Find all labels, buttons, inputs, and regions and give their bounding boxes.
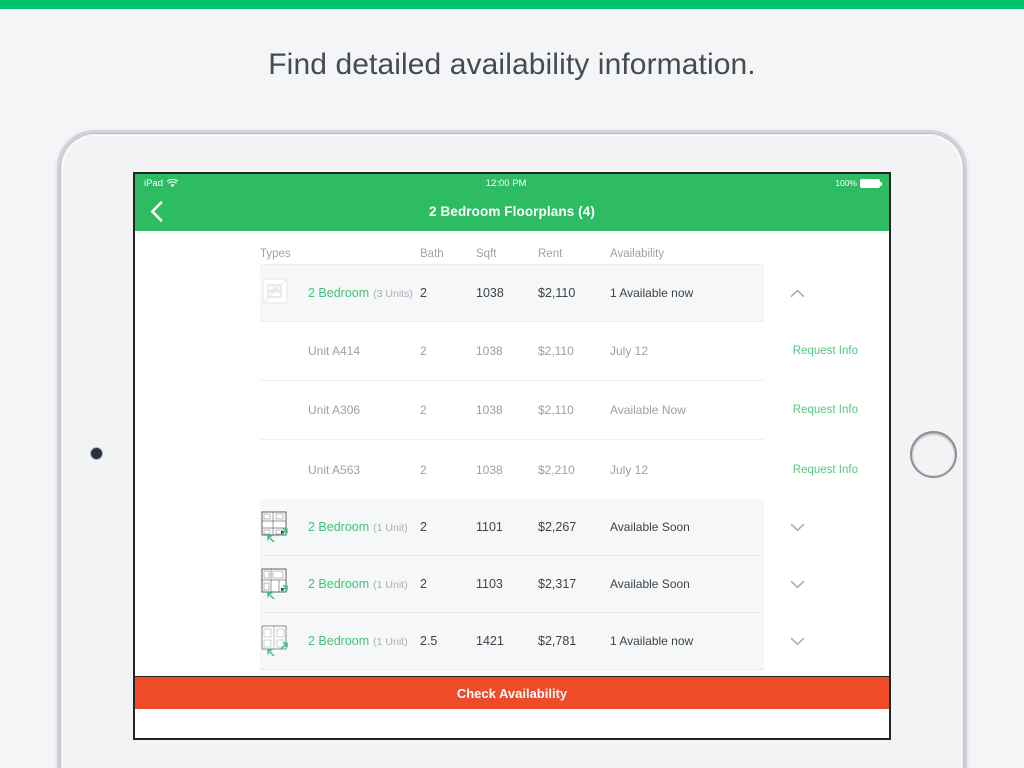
unit-name: Unit A563	[308, 462, 361, 477]
floorplan-expand-toggle[interactable]	[768, 289, 826, 298]
floorplan-availability: Available Soon	[610, 520, 690, 534]
request-info-button[interactable]: Request Info	[768, 345, 858, 357]
floorplan-units-count: (1 Unit)	[373, 636, 408, 648]
status-bar-left: iPad	[144, 177, 179, 189]
page-headline: Find detailed availability information.	[268, 48, 756, 81]
column-header-rent: Rent	[538, 247, 563, 260]
chevron-down-icon	[790, 580, 804, 588]
column-header-types: Types	[260, 247, 291, 260]
unit-bath: 2	[420, 344, 427, 358]
unit-sqft: 1038	[476, 344, 503, 358]
tablet-camera-icon	[91, 448, 102, 459]
page-root: Find detailed availability information. …	[0, 0, 1024, 768]
floorplan-expand-toggle[interactable]	[768, 523, 826, 532]
floorplan-sqft: 1101	[476, 520, 503, 534]
check-availability-button[interactable]: Check Availability	[135, 676, 889, 709]
floorplan-bath: 2	[420, 577, 427, 591]
floorplan-expand-toggle[interactable]	[768, 580, 826, 589]
tablet-screen: iPad 12:00 PM 100% 2 Bedroom Floorplans …	[133, 172, 891, 740]
unit-sqft: 1038	[476, 403, 503, 417]
floorplan-name-cell: 2 Bedroom (1 Unit)	[308, 577, 420, 591]
floorplan-rent: $2,781	[538, 634, 577, 648]
floorplan-rent: $2,267	[538, 520, 577, 534]
top-accent-bar	[0, 0, 1024, 9]
unit-rent: $2,110	[538, 403, 574, 417]
floorplan-row[interactable]: 2 Bedroom (1 Unit) 2.5 1421 $2,781 1 Avai…	[260, 613, 804, 670]
unit-availability: Available Now	[610, 403, 686, 417]
unit-list: Unit A414 2 1038 $2,110 July 12 Request …	[260, 322, 858, 499]
request-info-button[interactable]: Request Info	[768, 404, 858, 416]
battery-full-icon	[860, 178, 882, 188]
device-name-label: iPad	[144, 177, 164, 189]
unit-row[interactable]: Unit A563 2 1038 $2,210 July 12 Request …	[260, 440, 858, 499]
page-title: 2 Bedroom Floorplans (4)	[429, 204, 595, 219]
unit-rent: $2,210	[538, 462, 575, 477]
floorplan-name-cell: 2 Bedroom (3 Units)	[308, 286, 420, 300]
unit-name: Unit A306	[308, 403, 361, 417]
floorplan-name: 2 Bedroom	[308, 577, 370, 591]
column-header-bath: Bath	[420, 247, 444, 260]
unit-availability: July 12	[610, 462, 649, 477]
back-button[interactable]	[145, 199, 167, 225]
floorplan-name-cell: 2 Bedroom (1 Unit)	[308, 634, 420, 648]
floorplan-thumb-icon	[260, 624, 308, 658]
status-bar-time: 12:00 PM	[485, 177, 527, 189]
floorplan-availability: Available Soon	[610, 577, 690, 591]
floorplan-bath: 2	[420, 286, 427, 300]
floorplan-bath: 2	[420, 520, 427, 534]
status-bar-right: 100%	[835, 178, 882, 188]
floorplan-sqft: 1421	[476, 634, 504, 648]
chevron-up-icon	[790, 289, 804, 297]
floorplan-name: 2 Bedroom	[308, 286, 370, 300]
unit-availability: July 12	[610, 344, 649, 358]
unit-name: Unit A414	[308, 344, 361, 358]
ios-status-bar: iPad 12:00 PM 100%	[135, 174, 889, 192]
floorplan-rent: $2,317	[538, 577, 577, 591]
battery-percent-label: 100%	[835, 178, 857, 188]
floorplan-row[interactable]: 2 Bedroom (3 Units) 2 1038 $2,110 1 Avail…	[260, 265, 804, 322]
floorplan-availability: 1 Available now	[610, 286, 694, 300]
floorplan-thumb-faded-icon	[260, 276, 308, 310]
chevron-left-icon	[150, 201, 162, 222]
floorplan-sqft: 1103	[476, 577, 503, 591]
column-header-availability: Availability	[610, 247, 665, 260]
floorplan-units-count: (3 Units)	[373, 288, 413, 300]
floorplan-thumb-icon	[260, 510, 308, 544]
floorplan-availability: 1 Available now	[610, 634, 694, 648]
unit-row[interactable]: Unit A414 2 1038 $2,110 July 12 Request …	[260, 322, 858, 381]
floorplan-rent: $2,110	[538, 286, 576, 300]
unit-row[interactable]: Unit A306 2 1038 $2,110 Available Now Re…	[260, 381, 858, 440]
chevron-down-icon	[790, 637, 804, 645]
floorplan-name: 2 Bedroom	[308, 520, 370, 534]
app-nav-bar: 2 Bedroom Floorplans (4)	[135, 192, 889, 231]
floorplan-name-cell: 2 Bedroom (1 Unit)	[308, 520, 420, 534]
floorplan-expand-toggle[interactable]	[768, 637, 826, 646]
unit-bath: 2	[420, 403, 427, 417]
unit-sqft: 1038	[476, 462, 503, 477]
floorplan-row[interactable]: 2 Bedroom (1 Unit) 2 1103 $2,317 Availabl…	[260, 556, 804, 613]
column-header-sqft: Sqft	[476, 247, 497, 260]
chevron-down-icon	[790, 523, 804, 531]
tablet-home-button[interactable]	[910, 431, 957, 478]
floorplan-row[interactable]: 2 Bedroom (1 Unit) 2 1101 $2,267 Availabl…	[260, 499, 804, 556]
floorplan-units-count: (1 Unit)	[373, 522, 408, 534]
unit-rent: $2,110	[538, 344, 574, 358]
request-info-button[interactable]: Request Info	[768, 464, 858, 476]
floorplan-name: 2 Bedroom	[308, 634, 370, 648]
unit-bath: 2	[420, 462, 427, 477]
floorplan-thumb-icon	[260, 567, 308, 601]
floorplan-sqft: 1038	[476, 286, 504, 300]
table-header-row: Types Bath Sqft Rent Availability	[260, 231, 764, 265]
floorplan-units-count: (1 Unit)	[373, 579, 408, 591]
wifi-icon	[166, 178, 179, 188]
floorplan-bath: 2.5	[420, 634, 438, 648]
floorplan-list-content: Types Bath Sqft Rent Availability 2 Bedr…	[135, 231, 889, 709]
